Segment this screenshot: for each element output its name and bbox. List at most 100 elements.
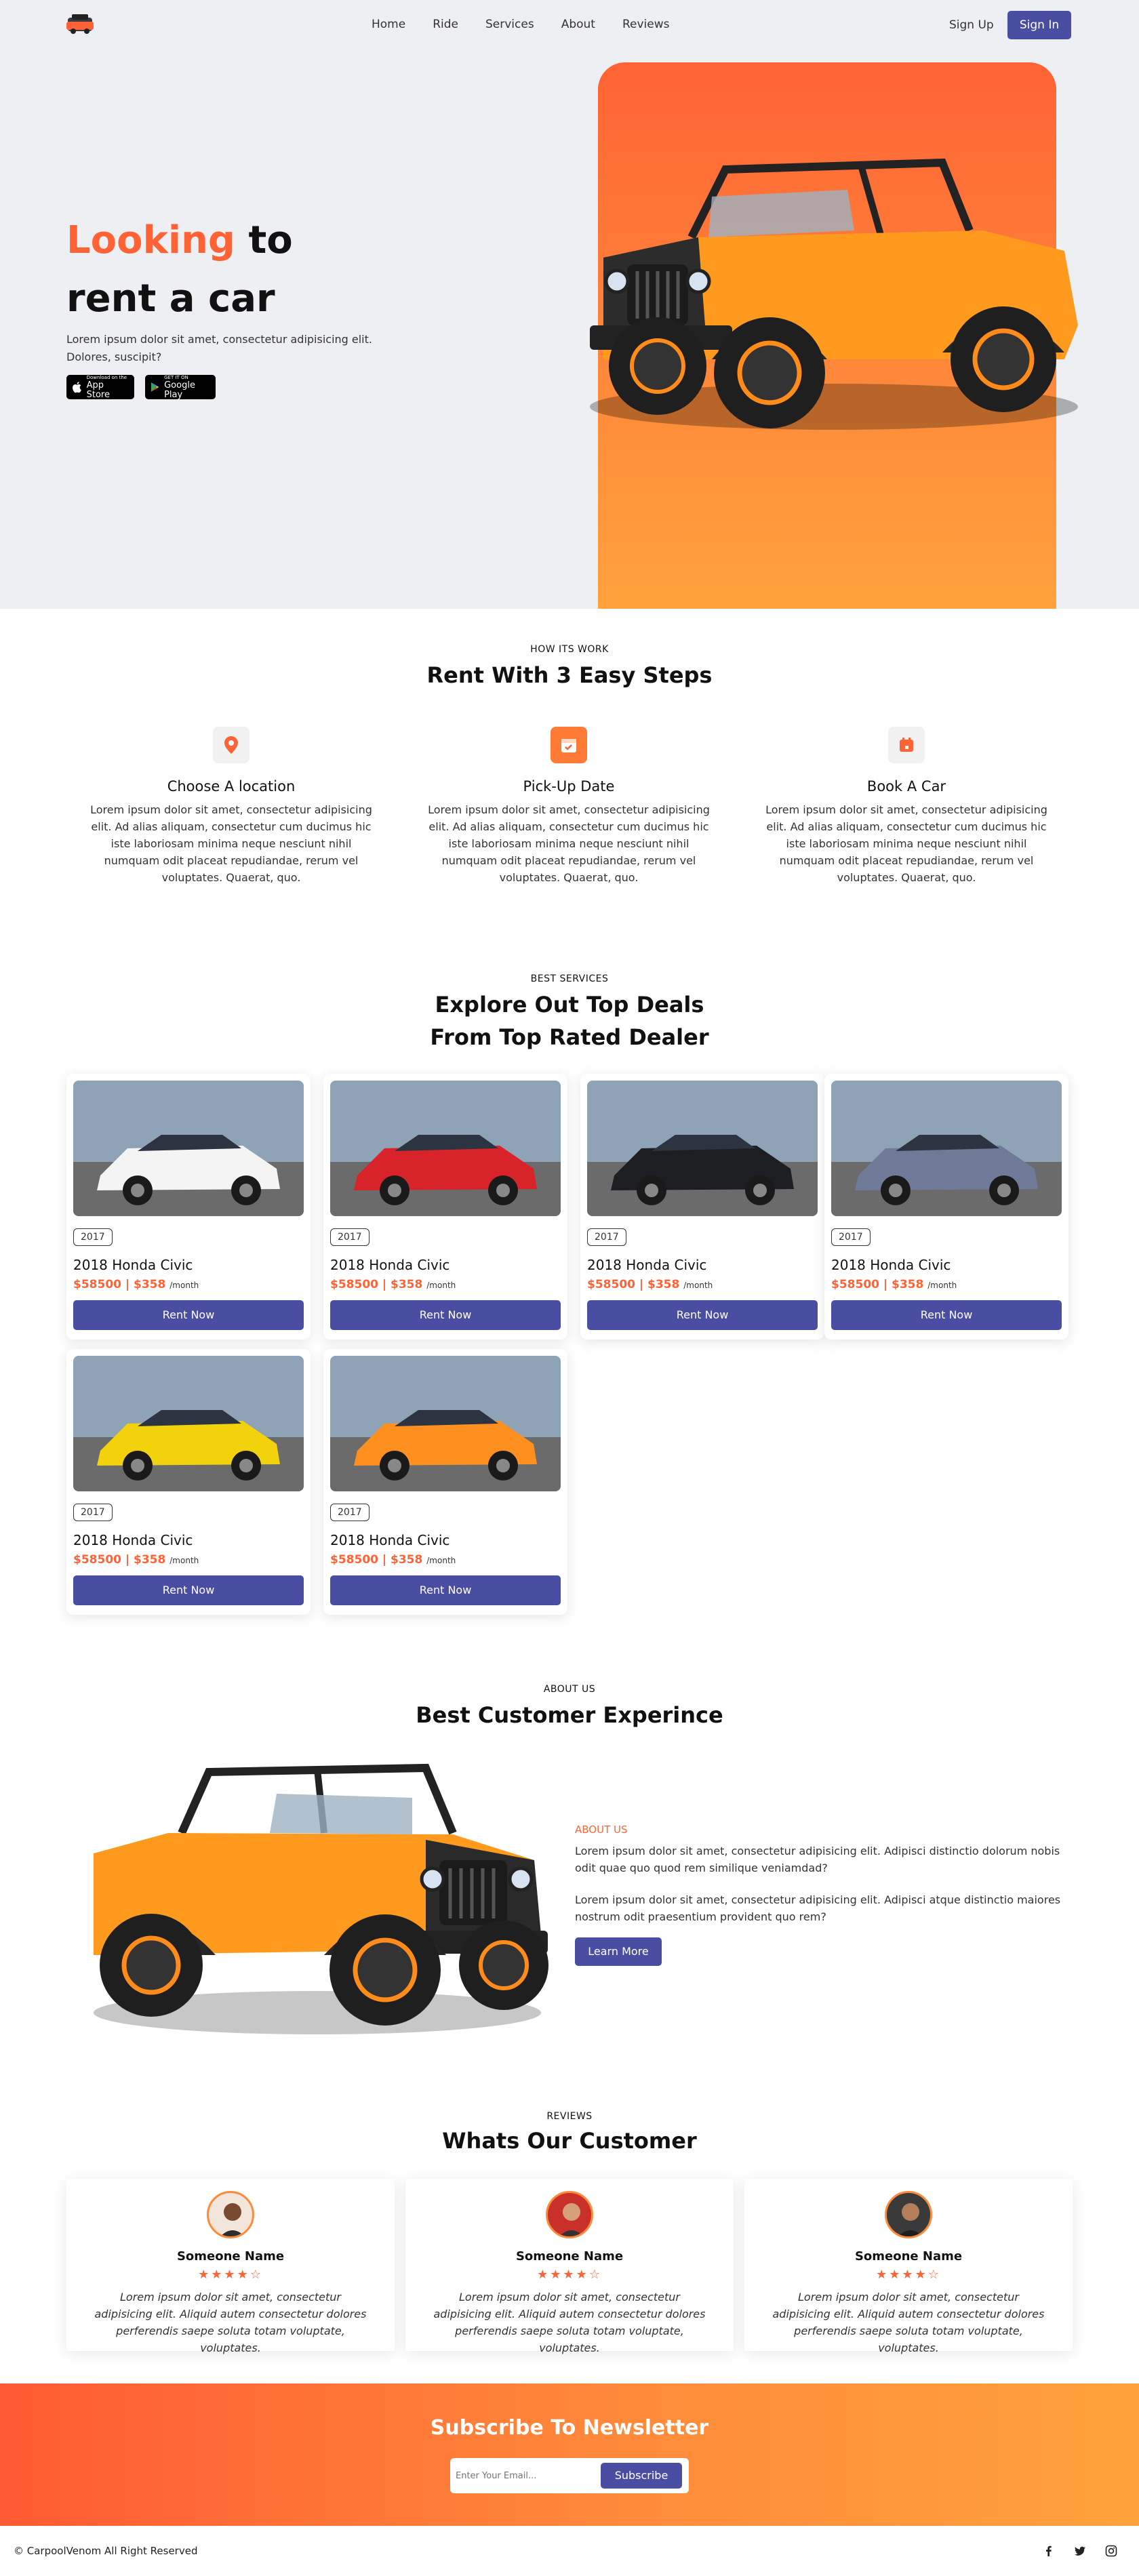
rent-now-button[interactable]: Rent Now bbox=[73, 1300, 304, 1330]
price-period: /month bbox=[426, 1281, 456, 1290]
price-period: /month bbox=[683, 1281, 713, 1290]
reviewer-name: Someone Name bbox=[854, 2249, 963, 2263]
car-name: 2018 Honda Civic bbox=[330, 1257, 450, 1273]
deals-title-line1: Explore Out Top Deals bbox=[435, 992, 704, 1018]
signin-button[interactable]: Sign In bbox=[1007, 11, 1071, 39]
car-price: $58500 | $358 /month bbox=[73, 1553, 199, 1567]
car-name: 2018 Honda Civic bbox=[587, 1257, 707, 1273]
step-title: Pick-Up Date bbox=[523, 778, 615, 794]
review-text: Lorem ipsum dolor sit amet, consectetur … bbox=[433, 2291, 706, 2354]
nav-services[interactable]: Services bbox=[485, 18, 534, 31]
price-period: /month bbox=[426, 1556, 456, 1565]
car-image bbox=[73, 1356, 304, 1491]
year-badge: 2017 bbox=[330, 1228, 369, 1246]
car-card: 2017 2018 Honda Civic $58500 | $358 /month… bbox=[580, 1074, 824, 1340]
nav-home[interactable]: Home bbox=[372, 18, 405, 31]
rating-stars: ★★★★☆ bbox=[537, 2268, 602, 2282]
apple-icon bbox=[73, 382, 81, 393]
car-name: 2018 Honda Civic bbox=[73, 1257, 193, 1273]
rent-now-button[interactable]: Rent Now bbox=[73, 1575, 304, 1605]
avatar bbox=[546, 2191, 593, 2238]
step-location: Choose A location Lorem ipsum dolor sit … bbox=[85, 727, 377, 886]
car-image bbox=[73, 1081, 304, 1216]
subscribe-button[interactable]: Subscribe bbox=[601, 2463, 682, 2489]
hero-description: Lorem ipsum dolor sit amet, consectetur … bbox=[66, 333, 372, 363]
review-card: Someone Name ★★★★☆ Lorem ipsum dolor sit… bbox=[66, 2179, 395, 2354]
price-period: /month bbox=[169, 1281, 199, 1290]
deals-title-line2: From Top Rated Dealer bbox=[430, 1024, 709, 1050]
year-badge: 2017 bbox=[73, 1228, 113, 1246]
car-price: $58500 | $358 /month bbox=[831, 1278, 957, 1291]
car-price: $58500 | $358 /month bbox=[330, 1553, 456, 1567]
price-period: /month bbox=[169, 1556, 199, 1565]
step-title: Choose A location bbox=[167, 778, 296, 794]
reviews-kicker: REVIEWS bbox=[546, 2111, 593, 2122]
car-card: 2017 2018 Honda Civic $58500 | $358 /month… bbox=[66, 1349, 311, 1615]
instagram-icon[interactable] bbox=[1105, 2545, 1117, 2557]
review-text: Lorem ipsum dolor sit amet, consectetur … bbox=[94, 2291, 367, 2354]
nav-ride[interactable]: Ride bbox=[433, 18, 458, 31]
step-text: Lorem ipsum dolor sit amet, consectetur … bbox=[90, 803, 372, 884]
review-text: Lorem ipsum dolor sit amet, consectetur … bbox=[772, 2291, 1045, 2354]
review-card: Someone Name ★★★★☆ Lorem ipsum dolor sit… bbox=[405, 2179, 734, 2354]
facebook-icon[interactable] bbox=[1043, 2545, 1055, 2557]
car-name: 2018 Honda Civic bbox=[330, 1532, 450, 1548]
nav-about[interactable]: About bbox=[561, 18, 595, 31]
step-title: Book A Car bbox=[866, 778, 946, 794]
reviewer-name: Someone Name bbox=[515, 2249, 624, 2263]
about-paragraph-1: Lorem ipsum dolor sit amet, consectetur … bbox=[575, 1845, 1060, 1874]
car-image bbox=[330, 1356, 561, 1491]
rent-now-button[interactable]: Rent Now bbox=[330, 1575, 561, 1605]
step-text: Lorem ipsum dolor sit amet, consectetur … bbox=[765, 803, 1047, 884]
step-pickup: Pick-Up Date Lorem ipsum dolor sit amet,… bbox=[423, 727, 715, 886]
google-play-big: Google Play bbox=[164, 380, 195, 400]
rent-now-button[interactable]: Rent Now bbox=[330, 1300, 561, 1330]
newsletter-section: Subscribe To Newsletter Subscribe bbox=[0, 2383, 1139, 2526]
twitter-icon[interactable] bbox=[1074, 2545, 1086, 2557]
rating-stars: ★★★★☆ bbox=[198, 2268, 263, 2282]
signup-link[interactable]: Sign Up bbox=[949, 18, 994, 32]
about-kicker: ABOUT US bbox=[543, 1684, 596, 1695]
step-text: Lorem ipsum dolor sit amet, consectetur … bbox=[428, 803, 710, 884]
price-value: $58500 | $358 bbox=[831, 1278, 924, 1291]
reviews-title: Whats Our Customer bbox=[442, 2128, 697, 2154]
car-name: 2018 Honda Civic bbox=[73, 1532, 193, 1548]
car-card: 2017 2018 Honda Civic $58500 | $358 /month… bbox=[323, 1074, 567, 1340]
email-input[interactable] bbox=[456, 2463, 598, 2488]
app-store-big: App Store bbox=[86, 380, 110, 400]
top-navbar: Home Ride Services About Reviews Sign Up… bbox=[0, 0, 1139, 52]
hero-title: Looking to rent a car bbox=[66, 212, 293, 328]
car-card: 2017 2018 Honda Civic $58500 | $358 /month… bbox=[824, 1074, 1068, 1340]
car-logo-icon[interactable] bbox=[65, 12, 95, 35]
hero-title-rest: to bbox=[248, 218, 293, 262]
hero-title-accent: Looking bbox=[66, 218, 236, 262]
rent-now-button[interactable]: Rent Now bbox=[831, 1300, 1062, 1330]
price-value: $58500 | $358 bbox=[330, 1278, 423, 1291]
newsletter-form: Subscribe bbox=[450, 2458, 689, 2493]
car-card: 2017 2018 Honda Civic $58500 | $358 /month… bbox=[66, 1074, 311, 1340]
year-badge: 2017 bbox=[831, 1228, 871, 1246]
car-price: $58500 | $358 /month bbox=[73, 1278, 199, 1291]
location-pin-icon bbox=[213, 727, 249, 763]
about-title: Best Customer Experince bbox=[416, 1702, 723, 1728]
car-price: $58500 | $358 /month bbox=[587, 1278, 713, 1291]
learn-more-button[interactable]: Learn More bbox=[575, 1937, 662, 1966]
nav-reviews[interactable]: Reviews bbox=[622, 18, 670, 31]
footer: © CarpoolVenom All Right Reserved bbox=[0, 2526, 1139, 2576]
hero-title-line2: rent a car bbox=[66, 277, 275, 321]
step-book: Book A Car Lorem ipsum dolor sit amet, c… bbox=[761, 727, 1052, 886]
google-play-button[interactable]: GET IT ON Google Play bbox=[145, 375, 216, 399]
year-badge: 2017 bbox=[330, 1504, 369, 1521]
car-price: $58500 | $358 /month bbox=[330, 1278, 456, 1291]
calendar-icon bbox=[888, 727, 925, 763]
hero-jeep-image bbox=[590, 158, 1078, 430]
newsletter-title: Subscribe To Newsletter bbox=[430, 2416, 709, 2440]
calendar-check-icon bbox=[551, 727, 587, 763]
app-store-button[interactable]: Download on the App Store bbox=[66, 375, 134, 399]
about-paragraph-2: Lorem ipsum dolor sit amet, consectetur … bbox=[575, 1893, 1061, 1923]
avatar bbox=[207, 2191, 254, 2238]
hero-section: Looking to rent a car Lorem ipsum dolor … bbox=[0, 0, 1139, 609]
rent-now-button[interactable]: Rent Now bbox=[587, 1300, 818, 1330]
about-label: ABOUT US bbox=[575, 1824, 628, 1836]
rating-stars: ★★★★☆ bbox=[876, 2268, 941, 2282]
